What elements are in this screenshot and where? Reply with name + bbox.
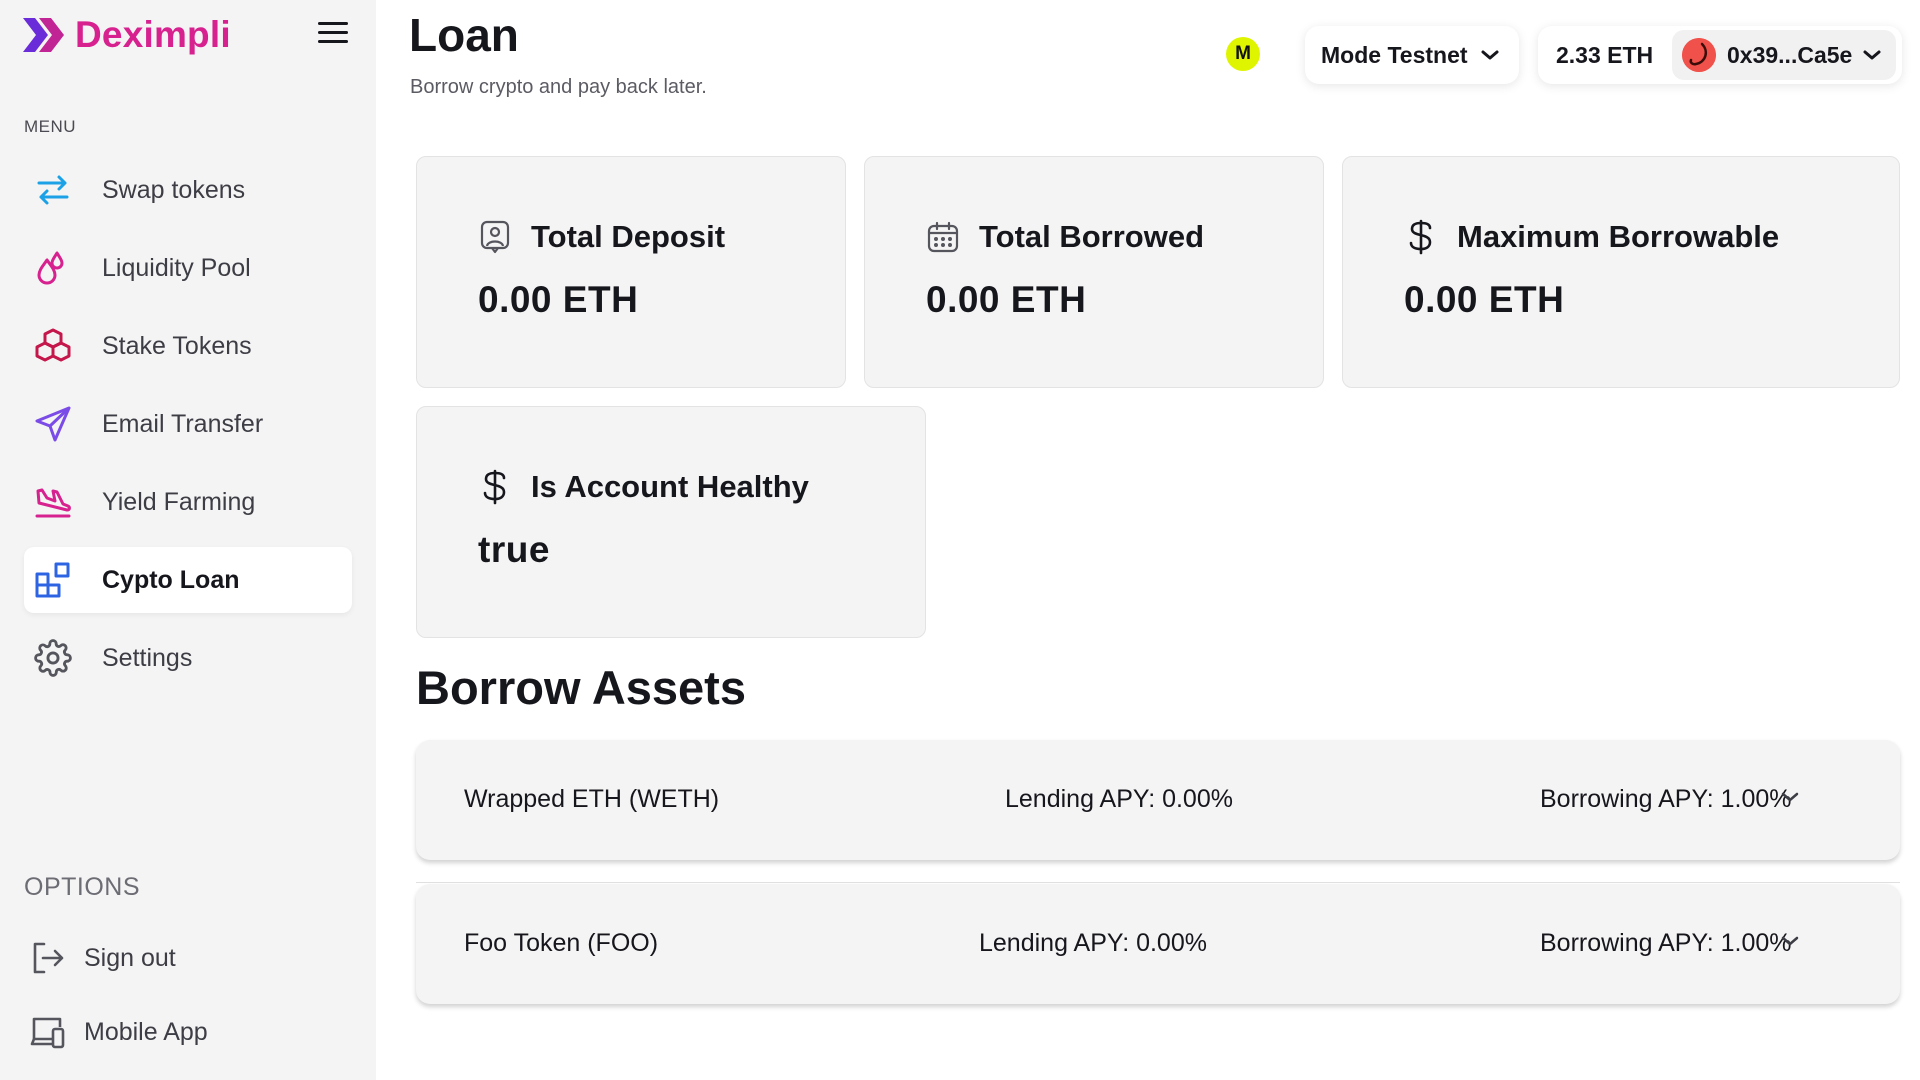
chevron-down-icon[interactable] <box>1780 790 1800 804</box>
account-healthy-value: true <box>478 529 550 570</box>
total-deposit-title: Total Deposit <box>531 219 726 254</box>
blocks-icon <box>31 558 75 602</box>
network-selector[interactable]: Mode Testnet <box>1305 26 1519 84</box>
divider <box>416 882 1900 883</box>
wallet-button[interactable]: 2.33 ETH 0x39...Ca5e <box>1538 26 1902 84</box>
sidebar-item-liquidity-pool[interactable]: Liquidity Pool <box>24 235 352 301</box>
network-name: Mode Testnet <box>1321 41 1468 68</box>
logout-icon <box>28 938 68 978</box>
send-icon <box>31 402 75 446</box>
hamburger-menu-icon[interactable] <box>318 22 348 48</box>
max-borrowable-card: Maximum Borrowable 0.00 ETH <box>1342 156 1900 388</box>
sidebar-item-label: Stake Tokens <box>102 331 252 360</box>
account-healthy-card: Is Account Healthy true <box>416 406 926 638</box>
sidebar-item-swap-tokens[interactable]: Swap tokens <box>24 157 352 223</box>
total-deposit-value: 0.00 ETH <box>478 279 639 320</box>
max-borrowable-value: 0.00 ETH <box>1404 279 1565 320</box>
lending-apy: Lending APY: 0.00% <box>1005 785 1233 813</box>
sidebar-item-label: Liquidity Pool <box>102 253 251 282</box>
sidebar-item-email-transfer[interactable]: Email Transfer <box>24 391 352 457</box>
sidebar-item-label: Settings <box>102 643 193 672</box>
total-borrowed-title: Total Borrowed <box>979 219 1205 254</box>
chevron-down-icon <box>1863 50 1881 60</box>
sidebar-item-label: Cypto Loan <box>102 565 240 594</box>
options-section-label: OPTIONS <box>24 873 141 901</box>
borrowing-apy: Borrowing APY: 1.00% <box>1540 785 1792 813</box>
asset-row-foo[interactable]: Foo Token (FOO) Lending APY: 0.00% Borro… <box>416 884 1900 1004</box>
gear-icon <box>31 636 75 680</box>
total-borrowed-card: Total Borrowed 0.00 ETH <box>864 156 1324 388</box>
sidebar-item-settings[interactable]: Settings <box>24 625 352 691</box>
sidebar-item-yield-farming[interactable]: Yield Farming <box>24 469 352 535</box>
account-selector[interactable]: 0x39...Ca5e <box>1672 30 1896 80</box>
asset-name: Wrapped ETH (WETH) <box>464 785 720 813</box>
swap-arrows-icon <box>31 168 75 212</box>
devices-icon <box>28 1012 68 1052</box>
sidebar: Deximpli MENU Swap tokens Liquidity Pool <box>0 0 376 1080</box>
plane-landing-icon <box>31 480 75 524</box>
borrow-assets-title: Borrow Assets <box>416 661 746 714</box>
asset-row-weth[interactable]: Wrapped ETH (WETH) Lending APY: 0.00% Bo… <box>416 740 1900 860</box>
sidebar-item-cypto-loan[interactable]: Cypto Loan <box>24 547 352 613</box>
brand-name: Deximpli <box>75 14 231 55</box>
sidebar-item-label: Email Transfer <box>102 409 264 438</box>
brand[interactable]: Deximpli <box>23 14 231 56</box>
sidebar-item-label: Swap tokens <box>102 175 246 204</box>
calendar-icon <box>927 219 959 255</box>
cubes-icon <box>31 324 75 368</box>
sign-out-label: Sign out <box>84 943 176 972</box>
dollar-icon <box>1405 219 1437 255</box>
menu-section-label: MENU <box>24 117 77 136</box>
mobile-app-button[interactable]: Mobile App <box>28 1012 208 1052</box>
brand-logo-icon <box>23 18 64 52</box>
dollar-icon <box>479 469 511 505</box>
avatar <box>1682 38 1716 72</box>
page-subtitle: Borrow crypto and pay back later. <box>410 76 707 98</box>
asset-name: Foo Token (FOO) <box>464 929 659 957</box>
sidebar-nav: Swap tokens Liquidity Pool Stake Tokens <box>24 157 352 703</box>
chevron-down-icon <box>1481 50 1499 60</box>
sidebar-item-label: Yield Farming <box>102 487 256 516</box>
sign-out-button[interactable]: Sign out <box>28 938 176 978</box>
mode-network-badge[interactable]: M <box>1226 37 1260 71</box>
page-title: Loan <box>409 9 519 61</box>
sidebar-item-stake-tokens[interactable]: Stake Tokens <box>24 313 352 379</box>
droplets-icon <box>31 246 75 290</box>
account-healthy-title: Is Account Healthy <box>531 469 809 504</box>
user-badge-icon <box>479 219 511 255</box>
total-borrowed-value: 0.00 ETH <box>926 279 1087 320</box>
chevron-down-icon[interactable] <box>1780 934 1800 948</box>
account-address: 0x39...Ca5e <box>1727 41 1853 68</box>
wallet-balance: 2.33 ETH <box>1556 41 1654 68</box>
lending-apy: Lending APY: 0.00% <box>979 929 1207 957</box>
borrowing-apy: Borrowing APY: 1.00% <box>1540 929 1792 957</box>
total-deposit-card: Total Deposit 0.00 ETH <box>416 156 846 388</box>
max-borrowable-title: Maximum Borrowable <box>1457 219 1780 254</box>
mobile-app-label: Mobile App <box>84 1017 208 1046</box>
